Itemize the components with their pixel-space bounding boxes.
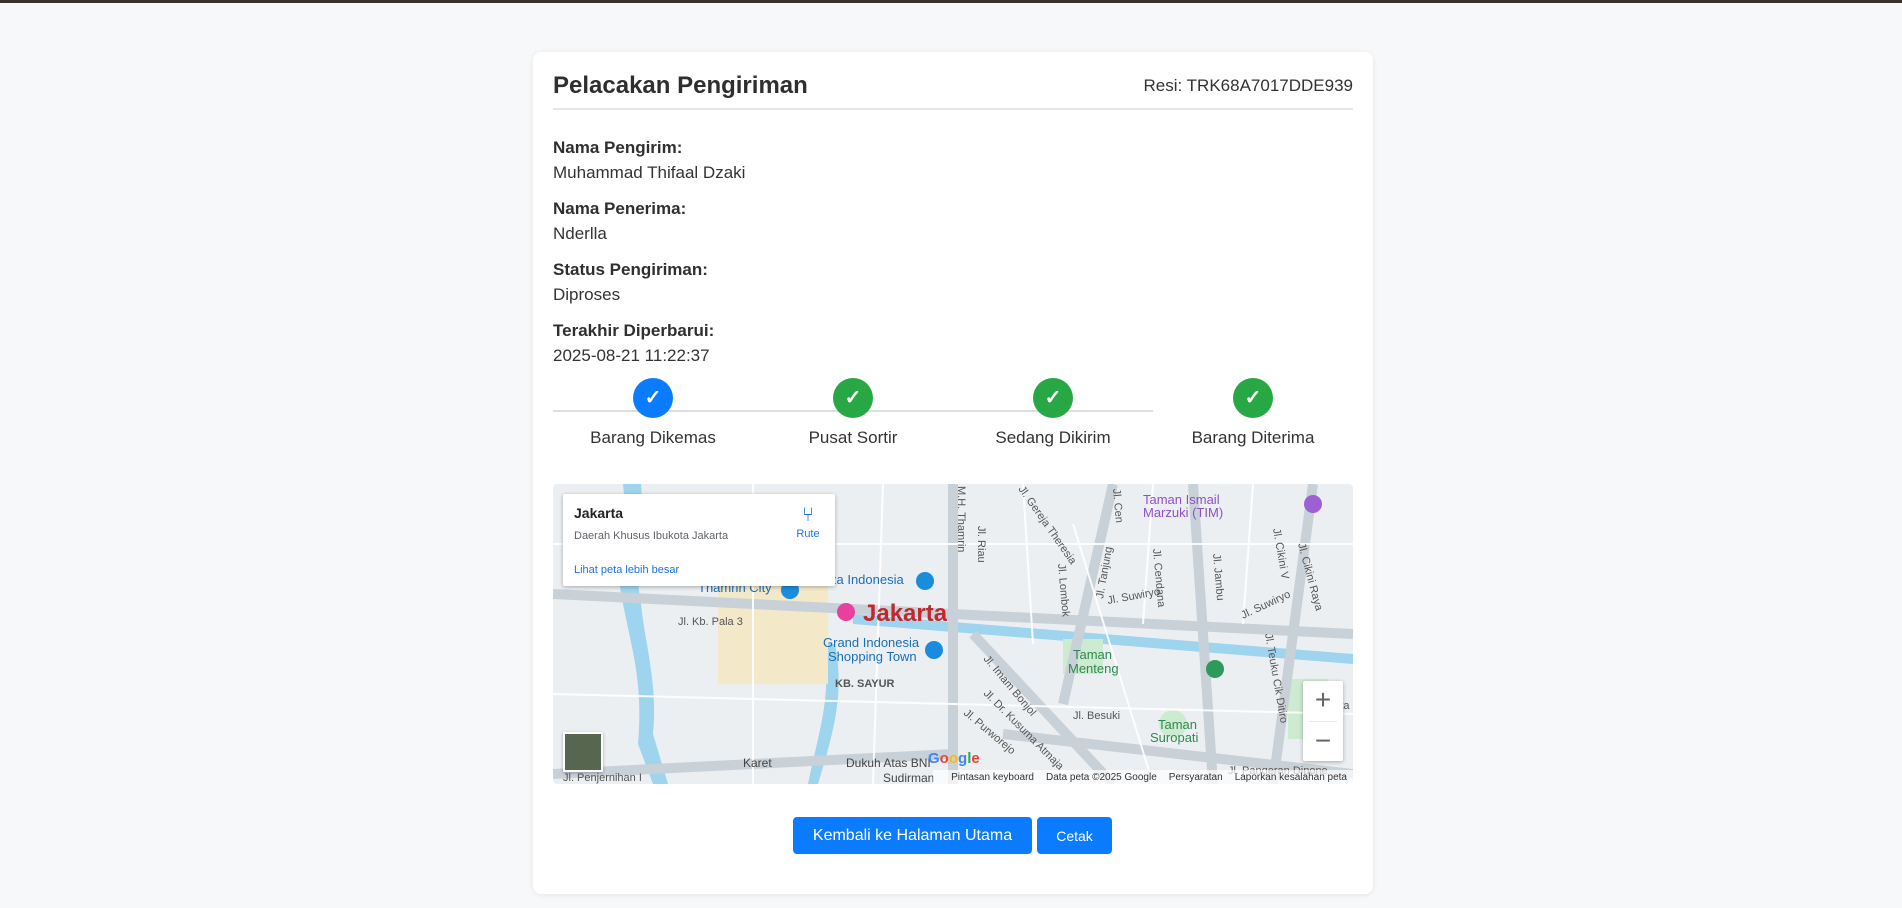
directions-icon: ⑂ <box>802 504 814 526</box>
zoom-control: + − <box>1303 681 1343 761</box>
step-label: Sedang Dikirim <box>995 428 1111 447</box>
keyboard-shortcuts-link[interactable]: Pintasan keyboard <box>951 772 1034 783</box>
check-icon: ✓ <box>833 378 873 418</box>
map-place-label: Karet <box>743 756 772 770</box>
map-place-label: Dukuh Atas BNI <box>846 756 931 770</box>
step-label: Pusat Sortir <box>808 428 898 447</box>
map-place-label: Jl. Kb. Pala 3 <box>678 616 743 628</box>
map-place-label: Shopping Town <box>828 649 917 664</box>
theater-marker-icon[interactable] <box>1304 495 1322 513</box>
step-packed: ✓ Barang Dikemas <box>553 378 753 448</box>
zoom-in-button[interactable]: + <box>1303 681 1343 721</box>
check-icon: ✓ <box>1033 378 1073 418</box>
status-field: Status Pengiriman: Diproses <box>553 260 708 305</box>
map-footer: Pintasan keyboard Data peta ©2025 Google… <box>933 770 1353 784</box>
map-place-label: Menteng <box>1068 661 1119 676</box>
tracking-number: Resi: TRK68A7017DDE939 <box>1143 76 1353 95</box>
map-place-label: Jl. Cendana <box>1150 548 1167 608</box>
map-place-label: Grand Indonesia <box>823 635 920 650</box>
page-title: Pelacakan Pengiriman <box>553 72 808 99</box>
route-label: Rute <box>796 528 820 540</box>
recipient-value: Nderlla <box>553 224 607 243</box>
map-place-label: Jl. Cen <box>1110 488 1125 523</box>
sender-label: Nama Pengirim: <box>553 138 683 157</box>
step-delivered: ✓ Barang Diterima <box>1153 378 1353 448</box>
report-error-link[interactable]: Laporkan kesalahan peta <box>1235 772 1347 783</box>
updated-value: 2025-08-21 11:22:37 <box>553 346 710 365</box>
map-place-label: Jl. Lombok <box>1055 563 1072 618</box>
route-button[interactable]: ⑂ Rute <box>793 504 823 540</box>
street-line <box>1242 484 1254 625</box>
mall-marker-icon[interactable] <box>916 572 934 590</box>
sender-value: Muhammad Thifaal Dzaki <box>553 163 746 182</box>
map-place-label: Jl. Suwiryo <box>1239 588 1292 621</box>
map-place-label: Sudirman <box>883 771 934 784</box>
map-place-label: Marzuki (TIM) <box>1143 505 1223 520</box>
step-sorting: ✓ Pusat Sortir <box>753 378 953 448</box>
map-place-label: Taman <box>1073 647 1112 662</box>
place-name: Jakarta <box>574 505 624 521</box>
larger-map-link[interactable]: Lihat peta lebih besar <box>574 564 679 576</box>
check-icon: ✓ <box>1233 378 1273 418</box>
card-header: Pelacakan Pengiriman Resi: TRK68A7017DDE… <box>553 72 1353 110</box>
map-place-label: KB. SAYUR <box>835 678 895 690</box>
map-place-label: za Indonesia <box>830 572 904 587</box>
google-logo: Google <box>928 750 980 767</box>
map-place-label: Jl. Penjernihan I <box>563 772 642 784</box>
zoom-out-button[interactable]: − <box>1303 722 1343 762</box>
recipient-label: Nama Penerima: <box>553 199 687 218</box>
place-info-card: Jakarta Daerah Khusus Ibukota Jakarta Li… <box>563 494 835 586</box>
location-map[interactable]: Taman Ismail Marzuki (TIM) Thamrin City … <box>553 484 1353 784</box>
map-place-label: Jl. Riau <box>975 526 987 563</box>
map-place-label: Jl. Cikini V <box>1270 527 1291 580</box>
terms-link[interactable]: Persyaratan <box>1169 772 1223 783</box>
map-place-label: M.H. Thamrin <box>955 486 967 552</box>
map-city-label: Jakarta <box>863 600 948 627</box>
print-button[interactable]: Cetak <box>1037 817 1112 854</box>
updated-label: Terakhir Diperbarui: <box>553 321 715 340</box>
tracking-card: Pelacakan Pengiriman Resi: TRK68A7017DDE… <box>533 52 1373 894</box>
sender-field: Nama Pengirim: Muhammad Thifaal Dzaki <box>553 138 745 183</box>
progress-tracker: ✓ Barang Dikemas ✓ Pusat Sortir ✓ Sedang… <box>553 378 1353 458</box>
map-place-label: Jl. Suwiryo <box>1106 586 1160 607</box>
place-region: Daerah Khusus Ibukota Jakarta <box>574 530 729 542</box>
park-marker-icon[interactable] <box>1206 660 1224 678</box>
mall-marker-icon[interactable] <box>925 641 943 659</box>
status-value: Diproses <box>553 285 621 304</box>
map-place-label: Suropati <box>1150 730 1199 745</box>
map-place-label: Jl. Besuki <box>1073 710 1120 722</box>
map-place-label: Jl. Jambu <box>1210 553 1226 601</box>
status-label: Status Pengiriman: <box>553 260 708 279</box>
recipient-field: Nama Penerima: Nderlla <box>553 199 686 244</box>
hotel-marker-icon[interactable] <box>837 603 855 621</box>
check-icon: ✓ <box>633 378 673 418</box>
step-shipping: ✓ Sedang Dikirim <box>953 378 1153 448</box>
map-data-text: Data peta ©2025 Google <box>1045 771 1157 783</box>
home-button[interactable]: Kembali ke Halaman Utama <box>793 817 1032 854</box>
step-label: Barang Diterima <box>1191 428 1315 447</box>
street-line <box>872 484 884 784</box>
top-border <box>0 0 1902 3</box>
satellite-toggle[interactable] <box>563 732 603 772</box>
step-label: Barang Dikemas <box>590 428 716 447</box>
updated-field: Terakhir Diperbarui: 2025-08-21 11:22:37 <box>553 321 714 366</box>
